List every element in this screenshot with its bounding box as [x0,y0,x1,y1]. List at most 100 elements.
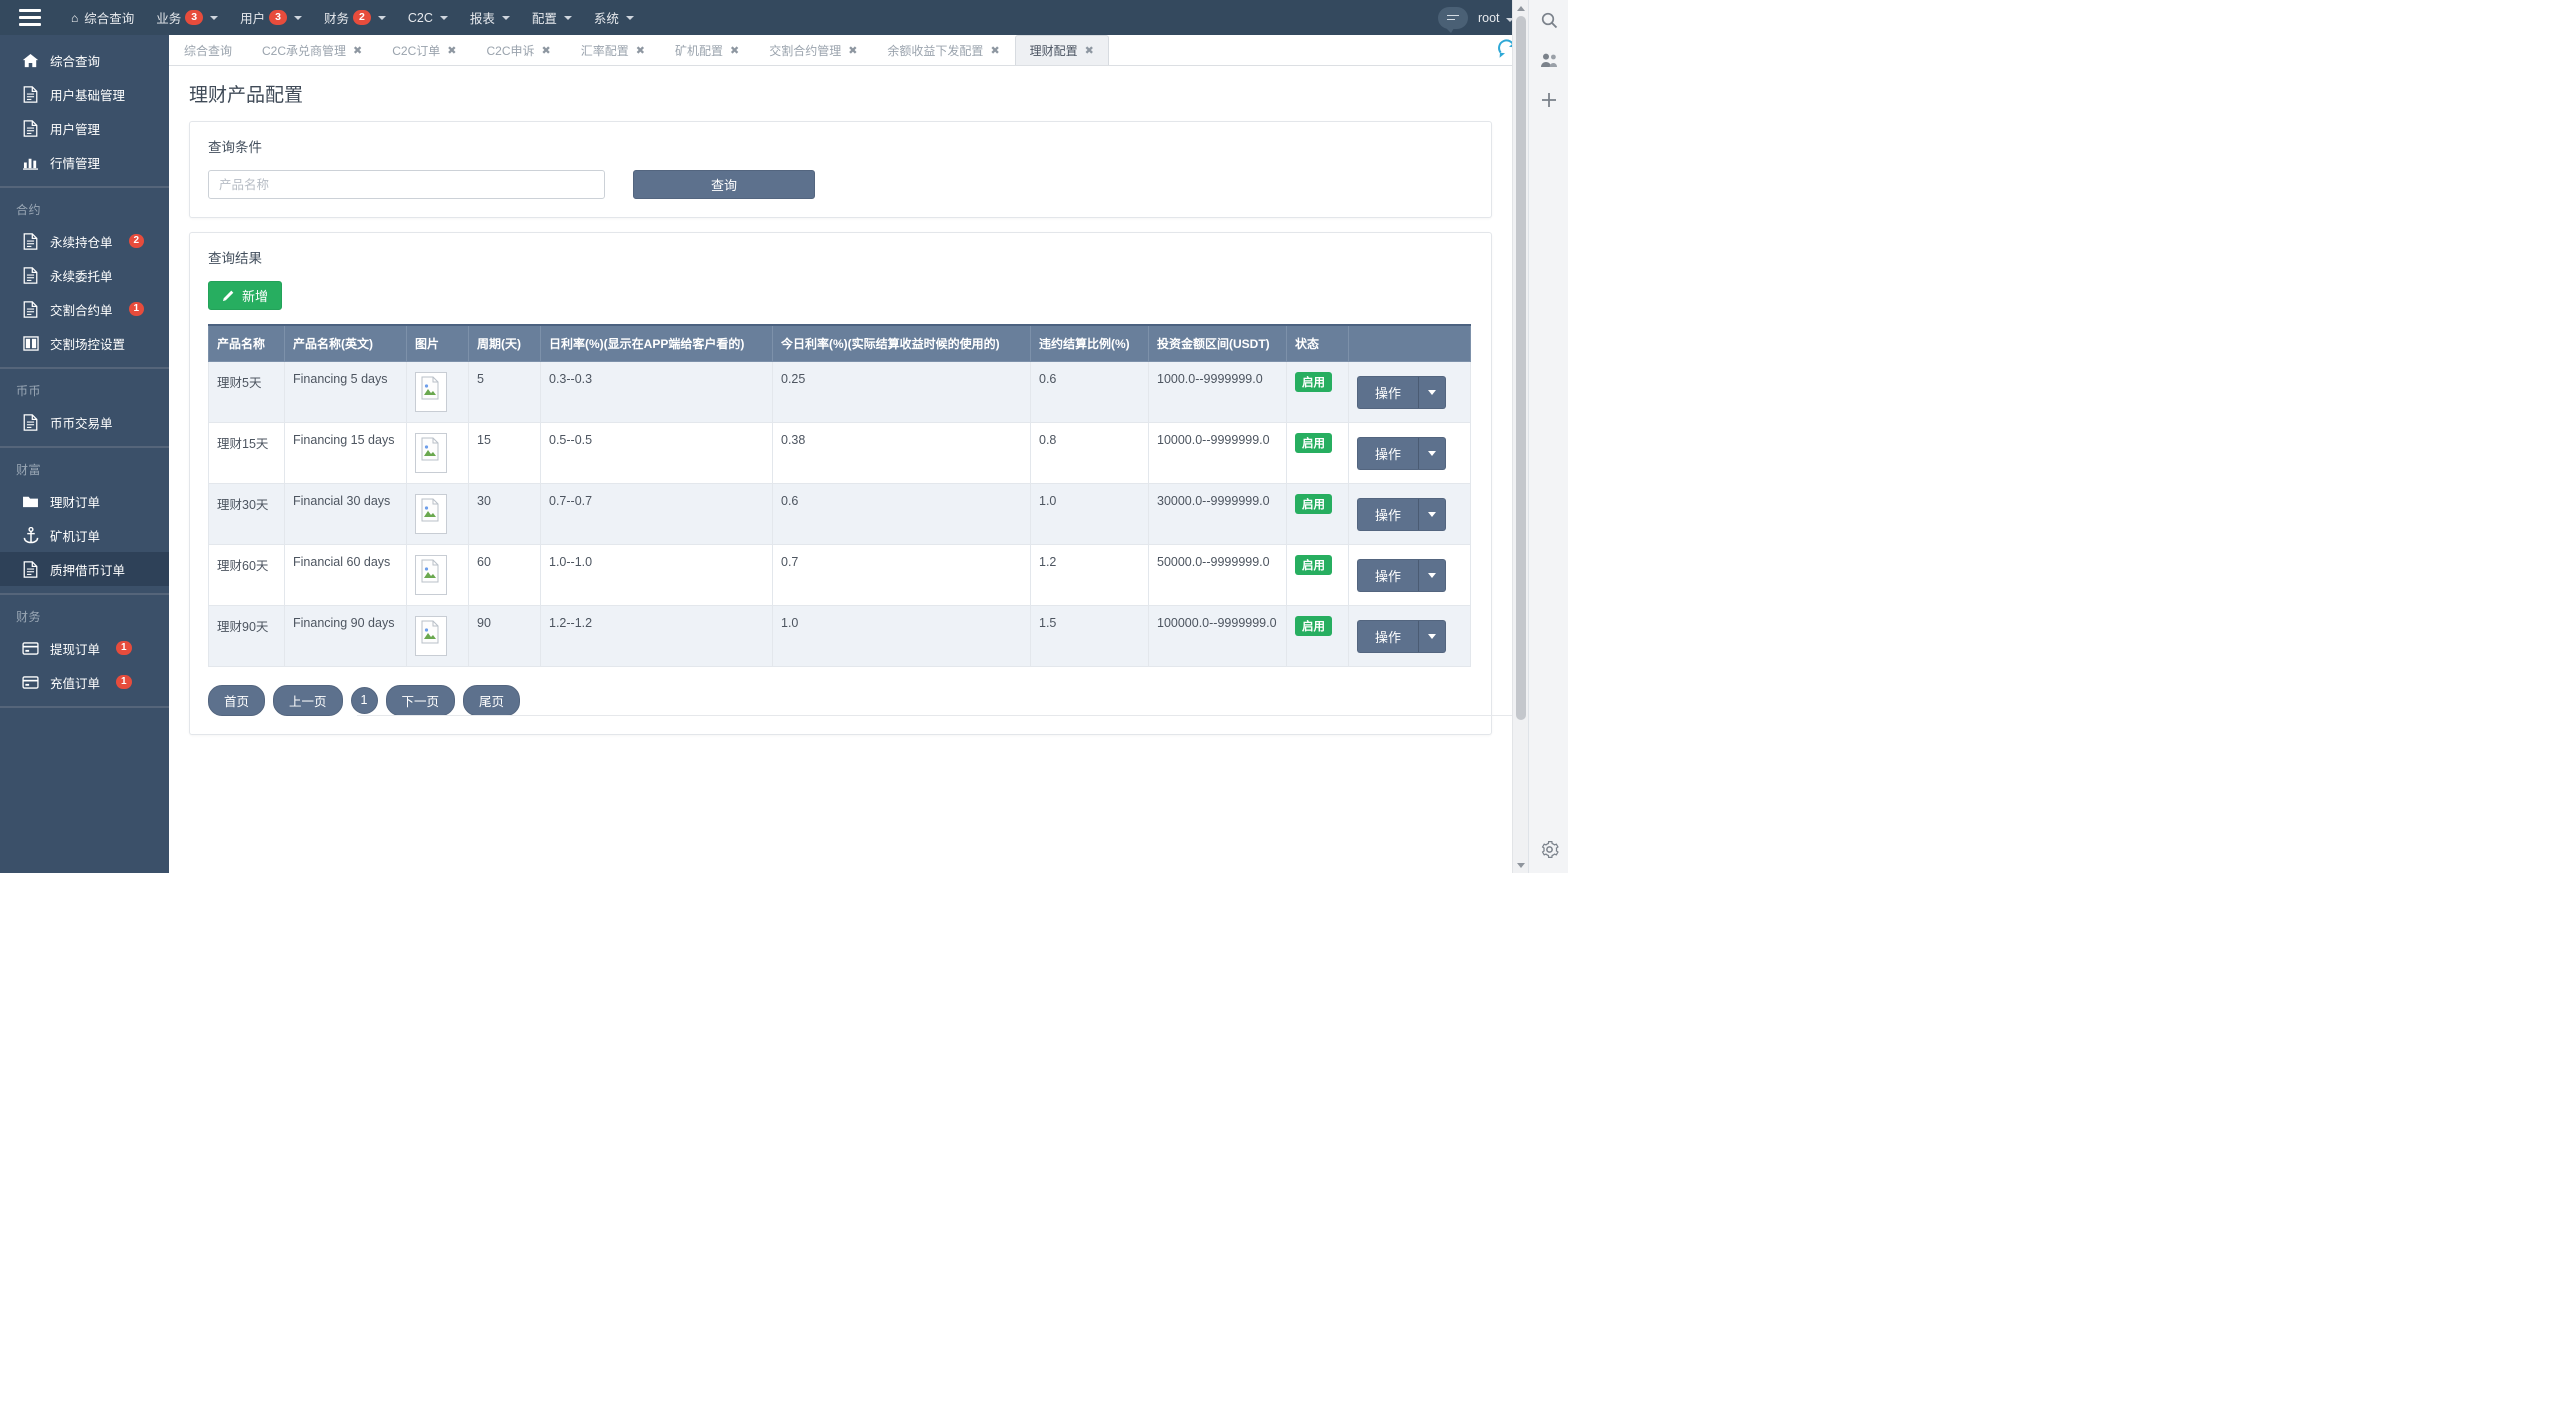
close-icon[interactable]: ✖ [848,44,857,57]
close-icon[interactable]: ✖ [730,44,739,57]
action-button[interactable]: 操作 [1357,619,1419,653]
close-icon[interactable]: ✖ [990,44,999,57]
chevron-down-icon [563,15,572,20]
action-button[interactable]: 操作 [1357,497,1419,531]
document-icon [22,300,39,318]
action-button[interactable]: 操作 [1357,375,1419,409]
close-icon[interactable]: ✖ [1085,44,1094,57]
search-input[interactable] [208,170,605,199]
tab-交割合约管理[interactable]: 交割合约管理 ✖ [754,35,872,65]
pager-first-button[interactable]: 首页 [208,685,266,716]
close-icon[interactable]: ✖ [447,44,456,57]
user-menu[interactable]: root [1478,11,1514,25]
sidebar-item-label: 永续委托单 [50,269,113,284]
scroll-down-icon[interactable] [1513,857,1529,873]
sidebar-item-label: 理财订单 [50,495,101,510]
hamburger-icon[interactable] [0,0,60,35]
nav-item-2[interactable]: 用户 3 [229,0,313,35]
tab-bar: 综合查询 C2C承兑商管理 ✖ C2C订单 ✖ C2C申诉 ✖ 汇率配置 ✖ 矿机配置 ✖ 交割合约管… [169,35,1528,66]
nav-item-7[interactable]: 系统 [583,0,645,35]
people-icon[interactable] [1529,40,1569,80]
nav-item-4[interactable]: C2C [397,0,459,35]
table-cell-actions: 操作 [1348,605,1471,667]
table-cell: Financial 60 days [284,544,407,606]
nav-item-3[interactable]: 财务 2 [313,0,397,35]
sidebar-item-币币交易单[interactable]: 币币交易单 [0,405,169,439]
sidebar-item-交割合约单[interactable]: 交割合约单 1 [0,292,169,326]
sidebar-item-用户管理[interactable]: 用户管理 [0,111,169,145]
action-dropdown-toggle[interactable] [1418,558,1447,592]
sidebar-item-用户基础管理[interactable]: 用户基础管理 [0,77,169,111]
status-badge: 启用 [1295,372,1332,392]
nav-item-label: 系统 [593,12,619,26]
close-icon[interactable]: ✖ [636,44,645,57]
search-button[interactable]: 查询 [633,170,815,199]
close-icon[interactable]: ✖ [542,44,551,57]
tab-理财配置[interactable]: 理财配置 ✖ [1014,35,1109,65]
gear-icon[interactable] [1529,829,1569,869]
close-icon[interactable]: ✖ [353,44,362,57]
action-button[interactable]: 操作 [1357,436,1419,470]
sidebar-item-行情管理[interactable]: 行情管理 [0,145,169,179]
table-cell: 0.5--0.5 [540,422,773,484]
action-dropdown-toggle[interactable] [1418,497,1447,531]
tab-综合查询[interactable]: 综合查询 [169,35,247,65]
pager-next-button[interactable]: 下一页 [385,685,456,716]
add-icon[interactable] [1529,80,1569,120]
tab-矿机配置[interactable]: 矿机配置 ✖ [660,35,754,65]
action-dropdown-toggle[interactable] [1418,619,1447,653]
scrollbar-thumb[interactable] [1516,16,1526,720]
search-icon[interactable] [1529,0,1569,40]
pager-prev-button[interactable]: 上一页 [273,685,343,716]
page-scrollbar[interactable] [1512,0,1528,873]
action-dropdown-toggle[interactable] [1418,375,1447,409]
tab-C2C申诉[interactable]: C2C申诉 ✖ [471,35,565,65]
sidebar-item-理财订单[interactable]: 理财订单 [0,484,169,518]
table-cell: 30 [468,483,541,545]
query-panel-heading: 查询条件 [208,140,262,155]
tab-C2C订单[interactable]: C2C订单 ✖ [377,35,471,65]
page-title: 理财产品配置 [189,85,304,106]
tab-C2C承兑商管理[interactable]: C2C承兑商管理 ✖ [247,35,377,65]
action-button-group: 操作 [1357,497,1447,531]
result-panel-heading: 查询结果 [208,251,262,266]
table-cell: 90 [468,605,541,667]
tab-label: C2C承兑商管理 [262,44,347,58]
table-cell: Financial 30 days [284,483,407,545]
action-button[interactable]: 操作 [1357,558,1419,592]
nav-item-1[interactable]: 业务 3 [145,0,229,35]
scroll-up-icon[interactable] [1513,0,1529,16]
tab-label: 汇率配置 [580,44,629,58]
table-cell: 0.25 [772,361,1031,423]
sidebar-item-充值订单[interactable]: 充值订单 1 [0,665,169,699]
tab-余额收益下发配置[interactable]: 余额收益下发配置 ✖ [872,35,1014,65]
table-column-header: 今日利率(%)(实际结算收益时候的使用的) [772,324,1031,362]
nav-item-0[interactable]: ⌂ 综合查询 [60,0,145,35]
action-dropdown-toggle[interactable] [1418,436,1447,470]
nav-item-5[interactable]: 报表 [459,0,521,35]
sidebar-badge: 1 [128,302,145,316]
chat-icon[interactable] [1437,6,1468,33]
table-cell: 1.2 [1030,544,1149,606]
pager-current-page[interactable]: 1 [350,687,378,714]
add-button-label: 新增 [242,289,269,304]
pager-last-button[interactable]: 尾页 [463,685,521,716]
nav-item-label: 用户 [240,12,266,26]
table-cell: 1.0 [772,605,1031,667]
table-cell: 理财5天 [208,361,285,423]
tab-汇率配置[interactable]: 汇率配置 ✖ [566,35,660,65]
sidebar-item-提现订单[interactable]: 提现订单 1 [0,631,169,665]
sidebar-item-交割场控设置[interactable]: 交割场控设置 [0,326,169,360]
sidebar-item-永续持仓单[interactable]: 永续持仓单 2 [0,224,169,258]
chevron-down-icon [210,15,219,20]
credit-card-icon [22,641,39,655]
document-icon [22,266,39,284]
table-cell: 0.7--0.7 [540,483,773,545]
sidebar-item-综合查询[interactable]: 综合查询 [0,43,169,77]
sidebar-item-永续委托单[interactable]: 永续委托单 [0,258,169,292]
sidebar-item-质押借币订单[interactable]: 质押借币订单 [0,552,169,586]
sidebar-item-label: 用户管理 [50,122,101,137]
nav-item-6[interactable]: 配置 [521,0,583,35]
sidebar-item-矿机订单[interactable]: 矿机订单 [0,518,169,552]
add-button[interactable]: 新增 [208,281,283,310]
